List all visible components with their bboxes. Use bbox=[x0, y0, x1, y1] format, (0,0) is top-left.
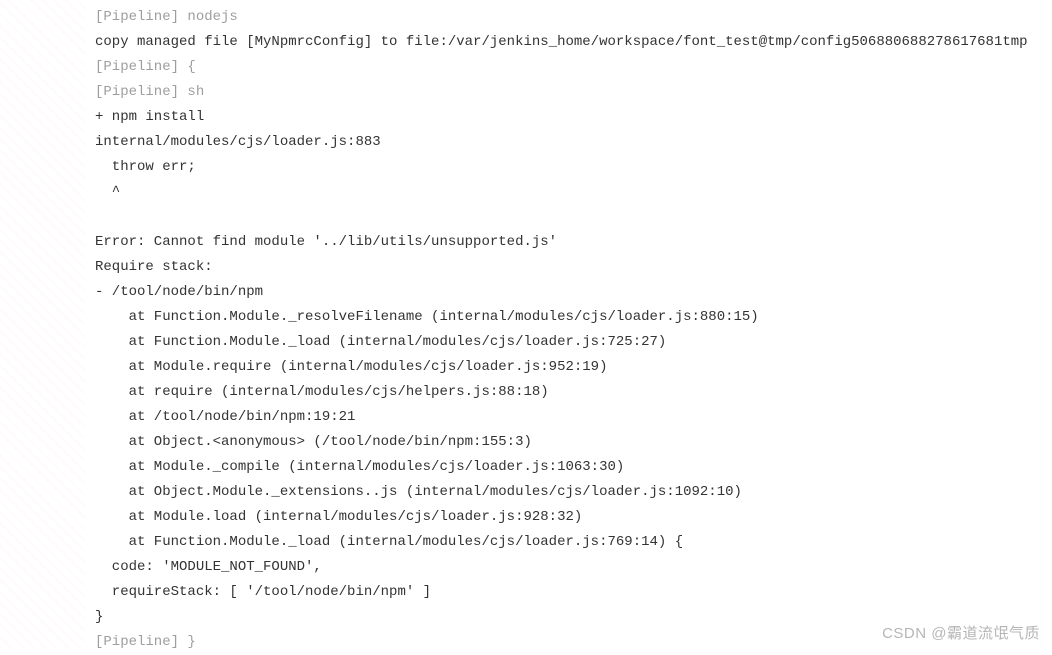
pipeline-marker: [Pipeline] nodejs bbox=[95, 9, 238, 25]
console-line: throw err; bbox=[95, 155, 1052, 180]
console-line: at Module.load (internal/modules/cjs/loa… bbox=[95, 505, 1052, 530]
console-line: at Function.Module._resolveFilename (int… bbox=[95, 305, 1052, 330]
console-line: at Function.Module._load (internal/modul… bbox=[95, 330, 1052, 355]
console-line: copy managed file [MyNpmrcConfig] to fil… bbox=[95, 30, 1052, 55]
console-line: at Function.Module._load (internal/modul… bbox=[95, 530, 1052, 555]
console-line: at Object.Module._extensions..js (intern… bbox=[95, 480, 1052, 505]
console-line: code: 'MODULE_NOT_FOUND', bbox=[95, 555, 1052, 580]
console-line: [Pipeline] { bbox=[95, 55, 1052, 80]
console-line: [Pipeline] sh bbox=[95, 80, 1052, 105]
left-gutter bbox=[0, 0, 85, 649]
console-line: requireStack: [ '/tool/node/bin/npm' ] bbox=[95, 580, 1052, 605]
console-line: at Module._compile (internal/modules/cjs… bbox=[95, 455, 1052, 480]
console-line bbox=[95, 205, 1052, 230]
pipeline-marker: [Pipeline] sh bbox=[95, 84, 204, 100]
console-line: at /tool/node/bin/npm:19:21 bbox=[95, 405, 1052, 430]
console-line: at Module.require (internal/modules/cjs/… bbox=[95, 355, 1052, 380]
console-line: internal/modules/cjs/loader.js:883 bbox=[95, 130, 1052, 155]
console-line: [Pipeline] nodejs bbox=[95, 5, 1052, 30]
watermark-text: CSDN @霸道流氓气质 bbox=[882, 622, 1040, 643]
console-line: at require (internal/modules/cjs/helpers… bbox=[95, 380, 1052, 405]
pipeline-marker: [Pipeline] } bbox=[95, 634, 196, 650]
console-line: + npm install bbox=[95, 105, 1052, 130]
console-line: at Object.<anonymous> (/tool/node/bin/np… bbox=[95, 430, 1052, 455]
console-line: Error: Cannot find module '../lib/utils/… bbox=[95, 230, 1052, 255]
console-line: Require stack: bbox=[95, 255, 1052, 280]
console-output: [Pipeline] nodejs copy managed file [MyNp… bbox=[0, 0, 1052, 649]
pipeline-marker: [Pipeline] { bbox=[95, 59, 196, 75]
console-line: ^ bbox=[95, 180, 1052, 205]
console-line: - /tool/node/bin/npm bbox=[95, 280, 1052, 305]
console-lines-container: [Pipeline] nodejs copy managed file [MyNp… bbox=[0, 0, 1052, 655]
